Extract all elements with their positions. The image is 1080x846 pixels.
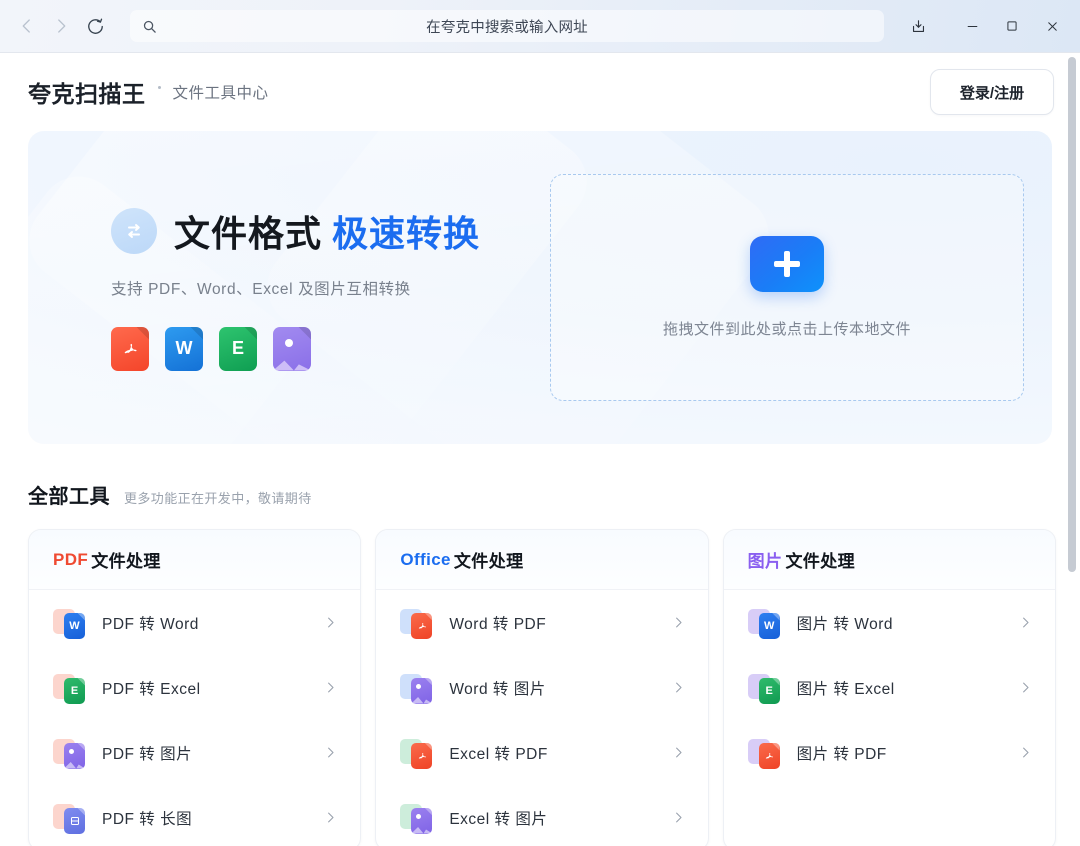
tool-card-header: PDF 文件处理	[29, 530, 361, 590]
chevron-right-icon	[671, 745, 686, 760]
chevron-right-icon	[323, 680, 338, 695]
tools-section-header: 全部工具 更多功能正在开发中，敬请期待	[0, 444, 1080, 529]
tool-row[interactable]: E 图片 转 Excel	[724, 655, 1055, 720]
word-转-图片-icon	[400, 672, 433, 704]
page-content: 夸克扫描王 文件工具中心 登录/注册 文件格式 极速转换 支持 PDF、Word、…	[0, 52, 1080, 846]
pdf-转-word-icon: W	[53, 607, 85, 639]
tool-card-keyword: PDF	[53, 549, 89, 569]
tool-row-label: 图片 转 Excel	[796, 680, 895, 698]
hero-subtitle: 支持 PDF、Word、Excel 及图片互相转换	[111, 280, 411, 298]
upload-area-wrapper: 拖拽文件到此处或点击上传本地文件	[550, 174, 1052, 401]
word-转-pdf-icon	[400, 607, 433, 639]
hero-banner: 文件格式极速转换 支持 PDF、Word、Excel 及图片互相转换 W E	[28, 131, 1052, 444]
chevron-right-icon	[323, 615, 338, 630]
tool-row[interactable]: Word 转 图片	[376, 655, 707, 720]
browser-toolbar: 在夸克中搜索或输入网址	[0, 0, 1080, 52]
tool-row-label: Word 转 PDF	[449, 615, 547, 633]
tool-row-label: Excel 转 PDF	[449, 745, 548, 763]
dropzone-hint-text: 拖拽文件到此处或点击上传本地文件	[662, 321, 911, 338]
tool-card-header: 图片 文件处理	[723, 530, 1055, 590]
图片-转-excel-icon: E	[747, 672, 780, 704]
chevron-right-icon	[1018, 615, 1033, 630]
tools-title: 全部工具	[28, 486, 110, 508]
close-icon[interactable]	[1032, 8, 1072, 44]
tool-row-label: PDF 转 长图	[102, 810, 193, 828]
tools-subtitle: 更多功能正在开发中，敬请期待	[124, 491, 312, 506]
tool-row-label: PDF 转 Excel	[102, 680, 201, 698]
excel-转-图片-icon	[400, 802, 433, 834]
tool-row[interactable]: W PDF 转 Word	[29, 590, 360, 655]
hero-title: 文件格式 极速转换	[174, 205, 480, 257]
excel-转-pdf-icon	[400, 737, 433, 769]
hero-title-main: 文件格式	[174, 212, 323, 254]
plus-icon	[774, 251, 800, 277]
word-file-icon: W	[165, 326, 203, 371]
forward-icon[interactable]	[44, 9, 78, 43]
hero-text-block: 文件格式 极速转换 支持 PDF、Word、Excel 及图片互相转换 W E	[28, 205, 550, 371]
reload-icon[interactable]	[78, 9, 112, 43]
tool-row-label: Excel 转 图片	[449, 810, 548, 828]
share-upload-icon[interactable]	[898, 8, 938, 44]
scrollbar-thumb[interactable]	[1068, 57, 1076, 572]
tool-row[interactable]: E PDF 转 Excel	[29, 655, 360, 720]
page-scrollbar[interactable]	[1068, 57, 1077, 843]
back-icon[interactable]	[10, 9, 44, 43]
window-controls	[898, 8, 1072, 44]
address-placeholder: 在夸克中搜索或输入网址	[426, 19, 588, 36]
tool-row-label: 图片 转 PDF	[796, 745, 887, 763]
brand-subtitle: 文件工具中心	[172, 85, 269, 102]
tool-row-label: 图片 转 Word	[796, 615, 894, 633]
chevron-right-icon	[323, 745, 338, 760]
maximize-icon[interactable]	[992, 8, 1032, 44]
tool-card-title: 文件处理	[453, 552, 524, 571]
tool-card-header: Office 文件处理	[376, 530, 708, 590]
tool-row[interactable]: PDF 转 图片	[29, 720, 360, 785]
tool-card-title: 文件处理	[785, 552, 856, 571]
tool-row-label: Word 转 图片	[449, 680, 546, 698]
tool-card: Office 文件处理 Word 转 PDF Word 转 图片 Excel 转 PDF…	[375, 529, 709, 846]
tool-card-keyword: Office	[400, 549, 451, 569]
tool-row[interactable]: Word 转 PDF	[376, 590, 707, 655]
image-file-icon	[273, 326, 311, 371]
login-register-button[interactable]: 登录/注册	[930, 69, 1054, 115]
图片-转-word-icon: W	[747, 607, 780, 639]
tool-card: 图片 文件处理 W 图片 转 Word E 图片 转 Excel 图片 转 PDF	[722, 529, 1056, 846]
图片-转-pdf-icon	[747, 737, 780, 769]
address-bar[interactable]: 在夸克中搜索或输入网址	[130, 10, 884, 42]
chevron-right-icon	[671, 680, 686, 695]
tool-row-label: PDF 转 Word	[102, 615, 199, 633]
chevron-right-icon	[1018, 745, 1033, 760]
tool-row[interactable]: Excel 转 图片	[376, 785, 707, 846]
pdf-转-excel-icon: E	[53, 672, 85, 704]
chevron-right-icon	[671, 615, 686, 630]
search-icon	[142, 19, 157, 34]
tool-row[interactable]: W 图片 转 Word	[724, 590, 1055, 655]
brand-title: 夸克扫描王	[28, 81, 146, 107]
tool-row[interactable]: PDF 转 长图	[29, 785, 360, 846]
pdf-转-长图-icon	[53, 802, 85, 834]
tool-cards-grid: PDF 文件处理 W PDF 转 Word E PDF 转 Excel PDF 转 图片 PD…	[0, 529, 1080, 846]
excel-file-icon: E	[219, 326, 257, 371]
minimize-icon[interactable]	[952, 8, 992, 44]
file-dropzone[interactable]: 拖拽文件到此处或点击上传本地文件	[550, 174, 1024, 401]
chevron-right-icon	[1018, 680, 1033, 695]
chevron-right-icon	[671, 810, 686, 825]
tool-row-label: PDF 转 图片	[102, 745, 193, 763]
file-type-icon-row: W E	[111, 326, 550, 371]
app-header: 夸克扫描王 文件工具中心 登录/注册	[0, 53, 1080, 131]
hero-title-accent: 极速转换	[332, 212, 481, 254]
swap-arrows-icon	[111, 207, 157, 254]
brand-separator-dot	[157, 85, 161, 89]
add-file-button[interactable]	[750, 236, 824, 292]
tool-row[interactable]: Excel 转 PDF	[376, 720, 707, 785]
tool-card: PDF 文件处理 W PDF 转 Word E PDF 转 Excel PDF 转 图片 PD…	[28, 529, 362, 846]
tool-row[interactable]: 图片 转 PDF	[724, 720, 1055, 785]
pdf-转-图片-icon	[53, 737, 85, 769]
tool-card-title: 文件处理	[91, 552, 161, 571]
pdf-file-icon	[111, 326, 149, 371]
chevron-right-icon	[323, 810, 338, 825]
tool-card-keyword: 图片	[747, 552, 783, 571]
